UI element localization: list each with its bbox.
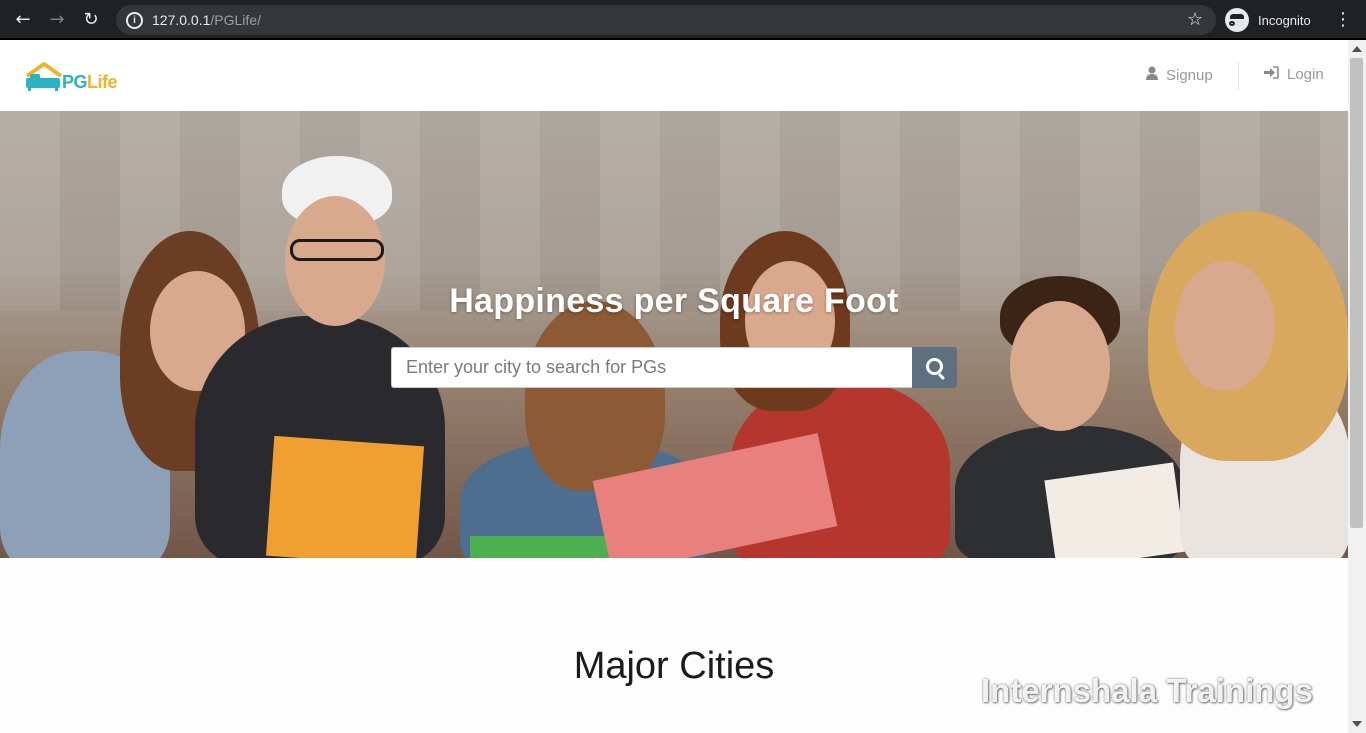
header-divider [1238,62,1239,90]
pglife-logo[interactable]: PGLife [24,60,126,96]
signup-link[interactable]: Signup [1146,66,1213,84]
site-header: PGLife Signup Login [0,40,1348,112]
search-icon [926,358,943,375]
hero-banner: Happiness per Square Foot [0,111,1348,558]
hero-title: Happiness per Square Foot [449,282,899,320]
site-info-icon[interactable]: i [126,12,143,29]
city-search-form [391,347,957,388]
house-logo-icon [25,62,63,91]
incognito-profile-button[interactable]: Incognito [1225,5,1327,35]
browser-toolbar: ← → ↻ i 127.0.0.1/PGLife/ ☆ Incognito ⋮ [0,0,1366,40]
address-bar[interactable]: i 127.0.0.1/PGLife/ ☆ [116,5,1216,35]
login-label: Login [1287,66,1324,83]
signup-label: Signup [1166,67,1213,84]
url-text[interactable]: 127.0.0.1/PGLife/ [152,12,261,28]
forward-arrow-icon[interactable]: → [45,8,69,32]
user-icon [1146,66,1158,84]
search-button[interactable] [912,347,957,388]
url-host: 127.0.0.1 [152,12,211,28]
browser-menu-icon[interactable]: ⋮ [1334,6,1352,34]
scroll-thumb[interactable] [1350,58,1363,528]
bookmark-star-icon[interactable]: ☆ [1187,9,1203,30]
login-link[interactable]: Login [1264,66,1324,83]
incognito-label: Incognito [1258,13,1311,28]
url-path: /PGLife/ [210,12,261,28]
page-scrollbar[interactable] [1348,40,1366,733]
scroll-down-arrow-icon[interactable] [1352,721,1362,727]
back-arrow-icon[interactable]: ← [11,8,35,32]
reload-icon[interactable]: ↻ [79,8,103,32]
logo-wordmark: PGLife [62,72,118,93]
logo-pg: PG [62,72,88,92]
scroll-up-arrow-icon[interactable] [1352,46,1362,52]
incognito-icon [1225,8,1249,32]
city-search-input[interactable] [391,347,912,388]
logo-life: Life [87,72,118,92]
sign-in-icon [1264,66,1279,83]
video-watermark: Internshala Trainings [981,672,1313,709]
